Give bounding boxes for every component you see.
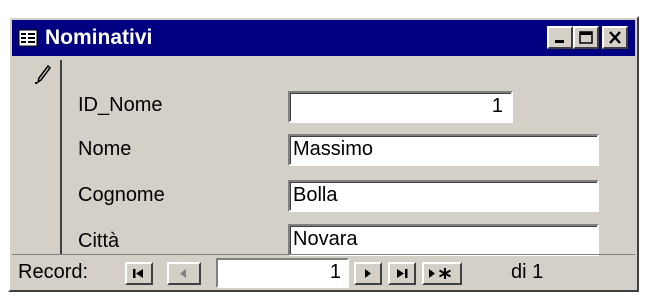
previous-record-icon — [180, 269, 186, 278]
record-total: di 1 — [511, 261, 544, 283]
new-record-icon — [429, 268, 451, 279]
id-nome-field[interactable]: 1 — [288, 91, 513, 123]
window-title: Nominativi — [45, 26, 153, 49]
pencil-edit-icon — [35, 64, 51, 84]
label-citta: Città — [78, 230, 120, 252]
maximize-button[interactable] — [573, 26, 599, 49]
form-icon — [18, 28, 38, 48]
current-record-input[interactable]: 1 — [216, 258, 349, 288]
last-record-button[interactable] — [388, 262, 416, 285]
label-id-nome: ID_Nome — [78, 94, 163, 116]
previous-record-button[interactable] — [167, 262, 201, 285]
citta-field[interactable]: Novara — [288, 224, 599, 256]
next-record-icon — [365, 269, 371, 278]
maximize-icon — [579, 31, 593, 44]
title-bar[interactable]: Nominativi — [12, 20, 635, 56]
record-navigation-bar: Record: 1 di 1 — [12, 254, 635, 290]
minimize-button[interactable] — [547, 26, 573, 49]
record-selector[interactable] — [24, 60, 62, 254]
first-record-icon — [133, 269, 143, 278]
last-record-icon — [397, 269, 408, 278]
label-nome: Nome — [78, 138, 132, 160]
label-cognome: Cognome — [78, 184, 165, 206]
new-record-button[interactable] — [422, 262, 462, 285]
minimize-icon — [555, 40, 564, 43]
nome-field[interactable]: Massimo — [288, 134, 599, 166]
close-button[interactable] — [602, 26, 628, 49]
next-record-button[interactable] — [354, 262, 382, 285]
form-window: Nominativi ID_Nome 1 Nome Massimo Cognom… — [8, 16, 639, 292]
first-record-button[interactable] — [125, 262, 153, 285]
form-body: ID_Nome 1 Nome Massimo Cognome Bolla Cit… — [12, 58, 635, 256]
record-label: Record: — [18, 261, 89, 283]
cognome-field[interactable]: Bolla — [288, 180, 599, 212]
close-icon — [609, 31, 621, 44]
